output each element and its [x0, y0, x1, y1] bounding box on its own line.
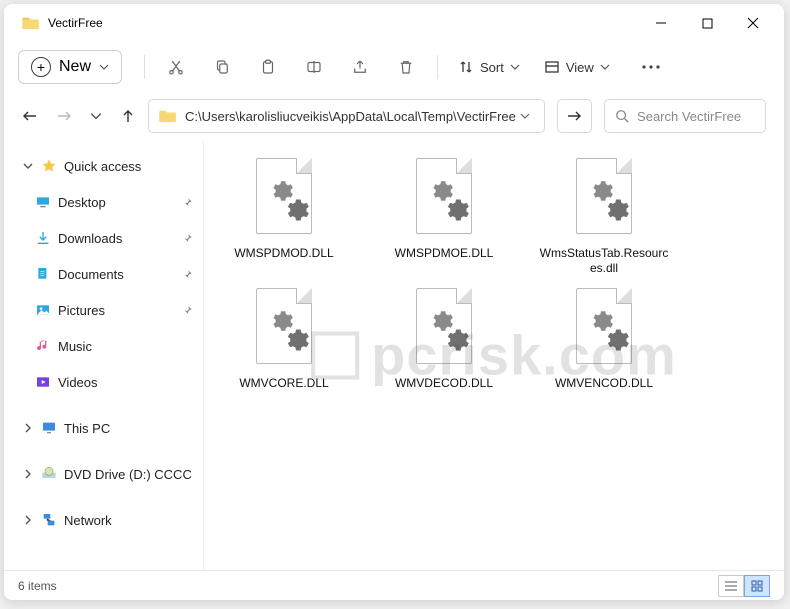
- pin-icon: [182, 305, 193, 316]
- sidebar-this-pc[interactable]: This PC: [4, 410, 203, 446]
- file-item[interactable]: WmsStatusTab.Resources.dll: [534, 156, 674, 276]
- sidebar-quick-access[interactable]: Quick access: [4, 148, 203, 184]
- file-item[interactable]: WMVDECOD.DLL: [374, 286, 514, 391]
- file-item[interactable]: WMVCORE.DLL: [214, 286, 354, 391]
- share-button[interactable]: [339, 49, 381, 85]
- copy-button[interactable]: [201, 49, 243, 85]
- sidebar-item-label: Downloads: [58, 231, 122, 246]
- pc-icon: [40, 419, 58, 437]
- folder-type-icon: [34, 373, 52, 391]
- minimize-button[interactable]: [638, 7, 684, 39]
- chevron-down-icon: [600, 62, 610, 72]
- icons-view-button[interactable]: [744, 575, 770, 597]
- search-icon: [615, 109, 629, 123]
- sidebar-item-label: Documents: [58, 267, 124, 282]
- sidebar-item-label: Music: [58, 339, 92, 354]
- chevron-down-icon: [22, 161, 34, 171]
- rename-button[interactable]: [293, 49, 335, 85]
- address-bar[interactable]: C:\Users\karolisliucveikis\AppData\Local…: [148, 99, 545, 133]
- details-view-button[interactable]: [718, 575, 744, 597]
- view-button[interactable]: View: [534, 49, 620, 85]
- item-count: 6 items: [18, 579, 57, 593]
- dll-file-icon: [244, 286, 324, 372]
- new-button[interactable]: + New: [18, 50, 122, 84]
- chevron-down-icon: [510, 62, 520, 72]
- delete-button[interactable]: [385, 49, 427, 85]
- star-icon: [40, 157, 58, 175]
- sort-icon: [458, 59, 474, 75]
- file-label: WMSPDMOE.DLL: [395, 246, 494, 261]
- dll-file-icon: [244, 156, 324, 242]
- chevron-right-icon: [22, 469, 34, 479]
- paste-button[interactable]: [247, 49, 289, 85]
- pin-icon: [182, 233, 193, 244]
- status-bar: 6 items: [4, 570, 784, 600]
- explorer-window: VectirFree + New Sort View: [4, 4, 784, 600]
- sidebar: Quick access Desktop Downloads Documents Pi…: [4, 140, 204, 570]
- sidebar-dvd-drive[interactable]: DVD Drive (D:) CCCC: [4, 456, 203, 492]
- chevron-right-icon: [22, 423, 34, 433]
- sidebar-item-pictures[interactable]: Pictures: [4, 292, 203, 328]
- file-item[interactable]: WMSPDMOD.DLL: [214, 156, 354, 276]
- recent-button[interactable]: [90, 110, 102, 122]
- file-label: WMVDECOD.DLL: [395, 376, 493, 391]
- pin-icon: [182, 269, 193, 280]
- folder-type-icon: [34, 265, 52, 283]
- sidebar-item-label: Desktop: [58, 195, 106, 210]
- dll-file-icon: [564, 286, 644, 372]
- up-button[interactable]: [120, 108, 136, 124]
- sidebar-item-downloads[interactable]: Downloads: [4, 220, 203, 256]
- sidebar-item-desktop[interactable]: Desktop: [4, 184, 203, 220]
- network-icon: [40, 511, 58, 529]
- dll-file-icon: [564, 156, 644, 242]
- chevron-right-icon: [22, 515, 34, 525]
- file-label: WMVENCOD.DLL: [555, 376, 653, 391]
- sidebar-item-label: Pictures: [58, 303, 105, 318]
- sidebar-item-music[interactable]: Music: [4, 328, 203, 364]
- new-label: New: [59, 58, 91, 76]
- address-path: C:\Users\karolisliucveikis\AppData\Local…: [185, 109, 516, 124]
- search-placeholder: Search VectirFree: [637, 109, 741, 124]
- folder-icon: [22, 16, 40, 30]
- back-button[interactable]: [22, 108, 38, 124]
- maximize-button[interactable]: [684, 7, 730, 39]
- file-pane[interactable]: WMSPDMOD.DLL WMSPDMOE.DLL WmsStatusTab.Res…: [204, 140, 784, 570]
- file-item[interactable]: WMSPDMOE.DLL: [374, 156, 514, 276]
- sidebar-item-videos[interactable]: Videos: [4, 364, 203, 400]
- folder-type-icon: [34, 193, 52, 211]
- file-label: WMVCORE.DLL: [239, 376, 328, 391]
- file-label: WMSPDMOD.DLL: [234, 246, 333, 261]
- cut-button[interactable]: [155, 49, 197, 85]
- forward-button[interactable]: [56, 108, 72, 124]
- sidebar-item-label: Videos: [58, 375, 98, 390]
- file-item[interactable]: WMVENCOD.DLL: [534, 286, 674, 391]
- folder-icon: [159, 109, 177, 123]
- titlebar: VectirFree: [4, 4, 784, 42]
- close-button[interactable]: [730, 7, 776, 39]
- more-button[interactable]: [630, 49, 672, 85]
- file-label: WmsStatusTab.Resources.dll: [539, 246, 669, 276]
- chevron-down-icon[interactable]: [516, 111, 534, 121]
- dll-file-icon: [404, 286, 484, 372]
- sidebar-network[interactable]: Network: [4, 502, 203, 538]
- pin-icon: [182, 197, 193, 208]
- window-title: VectirFree: [48, 16, 103, 30]
- plus-icon: +: [31, 57, 51, 77]
- folder-type-icon: [34, 229, 52, 247]
- chevron-down-icon: [99, 62, 109, 72]
- toolbar: + New Sort View: [4, 42, 784, 92]
- refresh-button[interactable]: [557, 99, 592, 133]
- address-row: C:\Users\karolisliucveikis\AppData\Local…: [4, 92, 784, 140]
- folder-type-icon: [34, 301, 52, 319]
- disc-icon: [40, 465, 58, 483]
- dll-file-icon: [404, 156, 484, 242]
- search-input[interactable]: Search VectirFree: [604, 99, 766, 133]
- sidebar-item-documents[interactable]: Documents: [4, 256, 203, 292]
- sort-button[interactable]: Sort: [448, 49, 530, 85]
- folder-type-icon: [34, 337, 52, 355]
- view-icon: [544, 59, 560, 75]
